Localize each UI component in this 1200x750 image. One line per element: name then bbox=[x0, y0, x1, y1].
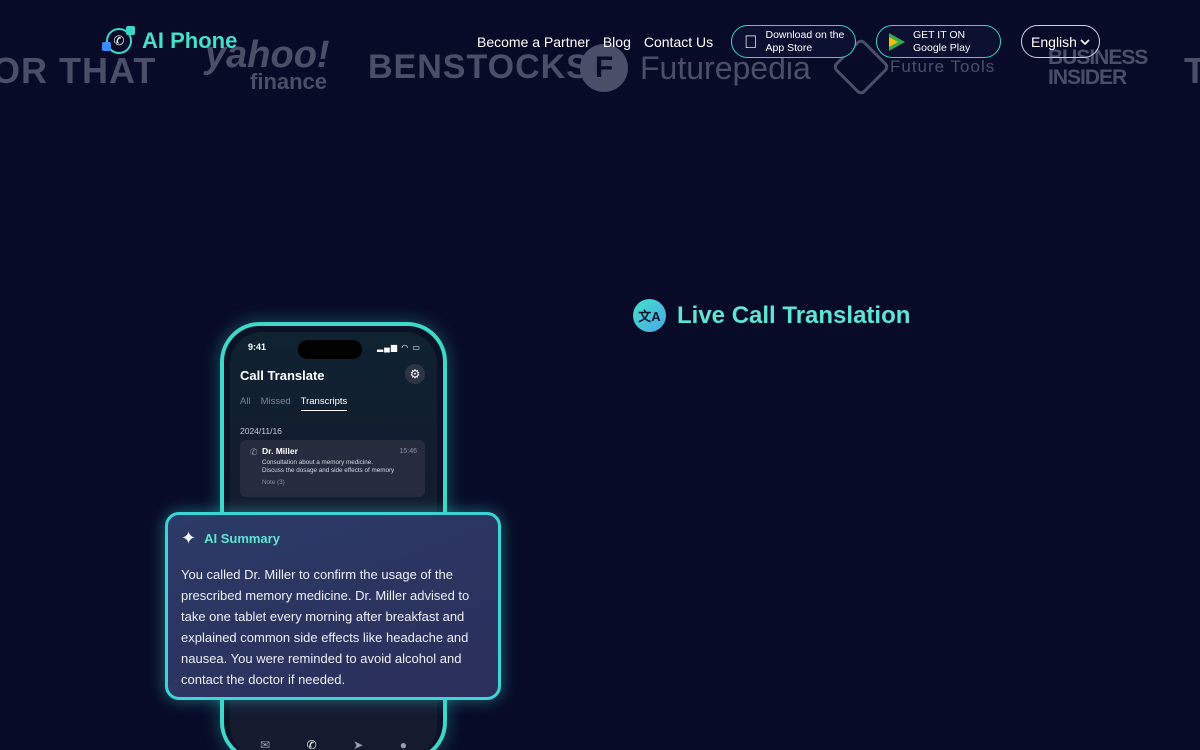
nav-blog[interactable]: Blog bbox=[603, 34, 631, 50]
nav-contact-us[interactable]: Contact Us bbox=[644, 34, 713, 50]
compass-icon[interactable]: ➤ bbox=[353, 738, 363, 750]
status-icons: ▂▄▆ ◠ ▭ bbox=[377, 343, 421, 352]
feature-heading: 文A Live Call Translation bbox=[633, 299, 910, 332]
call-time: 15:46 bbox=[399, 448, 417, 455]
phone-call-icon: ✆ bbox=[250, 447, 258, 457]
transcript-date: 2024/11/16 bbox=[240, 426, 282, 436]
tab-missed[interactable]: Missed bbox=[261, 396, 291, 411]
ai-summary-header: ✦ AI Summary bbox=[181, 529, 484, 547]
bottom-nav: ✉ ✆ ➤ ● bbox=[250, 738, 417, 750]
ai-summary-text: You called Dr. Miller to confirm the usa… bbox=[181, 567, 470, 687]
nav-become-partner[interactable]: Become a Partner bbox=[477, 34, 590, 50]
app-store-label: Download on the App Store bbox=[766, 29, 845, 55]
screen-tabs: All Missed Transcripts bbox=[240, 396, 348, 411]
caller-name: Dr. Miller bbox=[262, 446, 298, 456]
google-play-line1: GET IT ON bbox=[913, 28, 966, 41]
google-play-line2: Google Play bbox=[913, 41, 971, 54]
google-play-icon bbox=[889, 32, 905, 51]
language-label: English bbox=[1031, 33, 1077, 50]
feature-title: Live Call Translation bbox=[677, 301, 911, 329]
sparkle-icon: ✦ bbox=[181, 528, 197, 548]
dynamic-island bbox=[298, 340, 362, 359]
phone-icon[interactable]: ✆ bbox=[307, 738, 317, 750]
contacts-icon[interactable]: ● bbox=[400, 738, 407, 750]
app-store-line2: App Store bbox=[752, 41, 813, 54]
note-count: Note (3) bbox=[262, 479, 285, 486]
tab-all[interactable]: All bbox=[240, 396, 251, 411]
app-store-button[interactable]:  Download on the App Store bbox=[731, 25, 856, 58]
mail-icon[interactable]: ✉ bbox=[260, 738, 270, 750]
site-header: ✆ AI Phone Become a Partner Blog Contact… bbox=[0, 0, 1200, 82]
ai-summary-card: ✦ AI Summary You called Dr. Miller to co… bbox=[165, 512, 501, 700]
translate-icon: 文A bbox=[633, 299, 666, 332]
gear-icon[interactable]: ⚙ bbox=[405, 364, 425, 384]
google-play-label: GET IT ON Google Play bbox=[913, 29, 970, 55]
tab-transcripts[interactable]: Transcripts bbox=[300, 396, 348, 411]
chevron-down-icon bbox=[1080, 38, 1090, 45]
screen-title: Call Translate bbox=[240, 368, 325, 383]
app-store-line1: Download on the bbox=[752, 28, 845, 41]
brand-name: AI Phone bbox=[142, 28, 238, 53]
phone-logo-icon: ✆ bbox=[102, 26, 136, 54]
brand-logo[interactable]: ✆ AI Phone bbox=[102, 26, 238, 54]
main-nav: Become a Partner Blog Contact Us bbox=[477, 34, 713, 50]
language-selector[interactable]: English bbox=[1021, 25, 1100, 58]
call-description-line2: Discuss the dosage and side effects of m… bbox=[262, 467, 395, 474]
apple-icon:  bbox=[744, 33, 758, 51]
call-description: Consultation about a memory medicine. Di… bbox=[262, 459, 417, 475]
call-description-line1: Consultation about a memory medicine. bbox=[262, 459, 373, 466]
status-time: 9:41 bbox=[248, 342, 267, 352]
google-play-button[interactable]: GET IT ON Google Play bbox=[876, 25, 1001, 58]
ai-summary-title: AI Summary bbox=[204, 530, 280, 546]
transcript-card[interactable]: ✆ Dr. Miller 15:46 Consultation about a … bbox=[240, 440, 425, 497]
